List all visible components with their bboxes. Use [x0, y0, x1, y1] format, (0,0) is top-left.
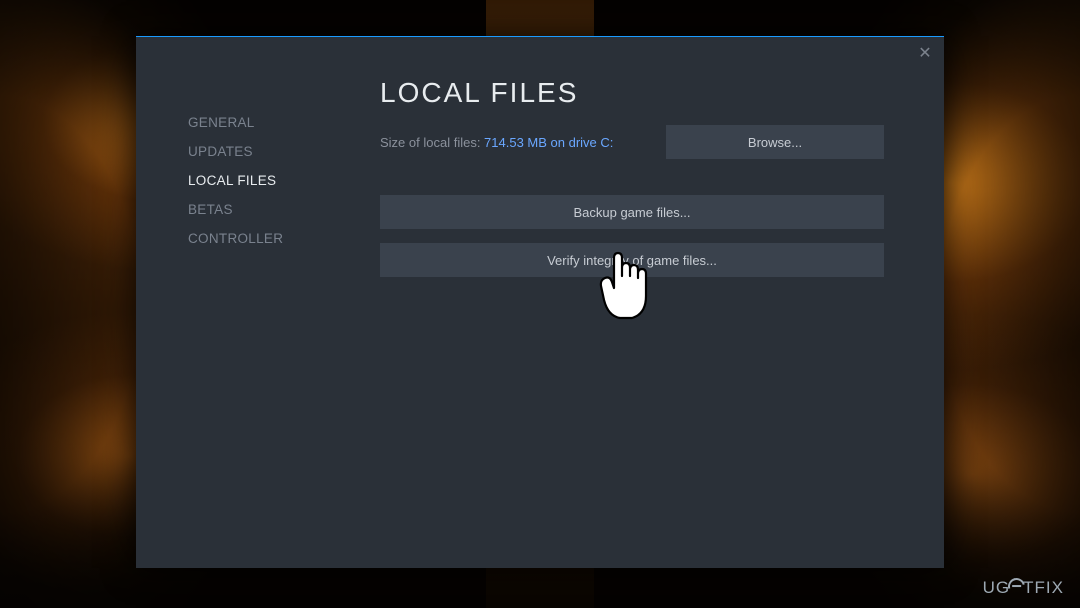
verify-integrity-button[interactable]: Verify integrity of game files...: [380, 243, 884, 277]
watermark: UG TFIX: [983, 576, 1064, 598]
content-panel: LOCAL FILES Size of local files: 714.53 …: [354, 37, 944, 568]
close-icon[interactable]: ✕: [916, 45, 934, 63]
browse-button[interactable]: Browse...: [666, 125, 884, 159]
size-info-text: Size of local files: 714.53 MB on drive …: [380, 135, 613, 150]
sidebar-item-local-files[interactable]: LOCAL FILES: [188, 173, 354, 188]
size-label: Size of local files:: [380, 135, 484, 150]
sidebar-item-betas[interactable]: BETAS: [188, 202, 354, 217]
properties-dialog: ✕ GENERAL UPDATES LOCAL FILES BETAS CONT…: [136, 36, 944, 568]
size-value-link[interactable]: 714.53 MB on drive C:: [484, 135, 613, 150]
sidebar-item-general[interactable]: GENERAL: [188, 115, 354, 130]
watermark-suffix: TFIX: [1023, 578, 1064, 597]
sidebar: GENERAL UPDATES LOCAL FILES BETAS CONTRO…: [136, 37, 354, 568]
size-info-row: Size of local files: 714.53 MB on drive …: [380, 125, 884, 159]
sidebar-item-controller[interactable]: CONTROLLER: [188, 231, 354, 246]
sidebar-item-updates[interactable]: UPDATES: [188, 144, 354, 159]
backup-game-files-button[interactable]: Backup game files...: [380, 195, 884, 229]
watermark-prefix: UG: [983, 578, 1011, 597]
page-title: LOCAL FILES: [380, 77, 884, 109]
